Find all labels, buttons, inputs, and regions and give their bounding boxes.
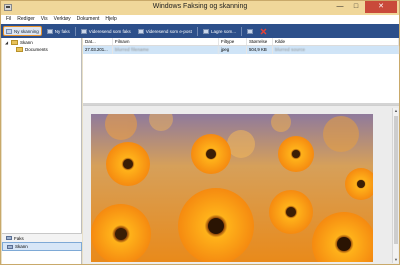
column-header-date[interactable]: Dat... — [83, 38, 113, 45]
toolbar-separator — [74, 26, 76, 36]
forward-as-email-button[interactable]: Videresend som e-post — [136, 26, 194, 36]
menu-file[interactable]: Fil — [6, 15, 11, 24]
delete-icon — [260, 27, 267, 35]
column-header-source[interactable]: Kilde — [273, 38, 399, 45]
sidebar-tab-fax-label: Faks — [14, 235, 24, 241]
forward-fax-icon — [80, 28, 87, 34]
new-scan-button[interactable]: Ny skanning — [3, 26, 42, 36]
scroll-up-icon[interactable]: ▲ — [393, 108, 399, 114]
save-icon — [202, 28, 209, 34]
save-as-label: Lagre som... — [210, 28, 236, 34]
cell-filetype: jpeg — [219, 46, 247, 54]
forward-as-fax-button[interactable]: Videresend som faks — [79, 26, 133, 36]
column-header-size[interactable]: Størrelse — [247, 38, 273, 45]
column-header-filename[interactable]: Filnavn — [113, 38, 219, 45]
close-button[interactable]: ✕ — [365, 1, 397, 13]
sidebar-tab-fax[interactable]: Faks — [2, 233, 82, 242]
folder-icon — [11, 40, 18, 45]
tree-item-documents[interactable]: Documents — [16, 47, 48, 52]
folder-tree-pane: ◢ Skann Documents Faks Skann — [2, 38, 82, 264]
toolbar-separator — [240, 26, 242, 36]
sidebar-tab-scan[interactable]: Skann — [2, 242, 82, 251]
list-header: Dat... Filnavn Filtype Størrelse Kilde — [83, 38, 399, 46]
forward-email-label: Videresend som e-post — [145, 28, 192, 34]
print-button[interactable] — [245, 26, 255, 36]
menu-edit[interactable]: Rediger — [17, 15, 35, 24]
printer-icon — [246, 28, 253, 34]
email-icon — [137, 28, 144, 34]
collapse-icon[interactable]: ◢ — [5, 40, 9, 45]
tree-item-scan[interactable]: ◢ Skann — [5, 40, 33, 45]
sidebar-tab-scan-label: Skann — [15, 244, 28, 249]
menu-document[interactable]: Dokument — [77, 15, 100, 24]
delete-button[interactable] — [258, 26, 269, 36]
folder-icon — [16, 47, 23, 52]
menu-tools[interactable]: Verktøy — [54, 15, 71, 24]
flower-photo — [91, 114, 373, 262]
preview-pane: ▲ ▼ — [83, 105, 399, 264]
save-as-button[interactable]: Lagre som... — [201, 26, 238, 36]
scanner-icon — [7, 244, 13, 249]
fax-icon — [6, 236, 12, 240]
document-list: Dat... Filnavn Filtype Størrelse Kilde 2… — [83, 38, 399, 103]
toolbar: Ny skanning Ny faks Videresend som faks … — [1, 24, 399, 38]
cell-filename: blurred filename — [113, 46, 219, 54]
forward-fax-label: Videresend som faks — [88, 28, 131, 34]
cell-size: 504,9 KB — [247, 46, 273, 54]
new-fax-button[interactable]: Ny faks — [45, 26, 72, 36]
menu-help[interactable]: Hjelp — [105, 15, 116, 24]
column-header-filetype[interactable]: Filtype — [219, 38, 247, 45]
new-fax-label: Ny faks — [54, 28, 70, 34]
new-scan-label: Ny skanning — [14, 28, 39, 34]
fax-icon — [46, 28, 53, 34]
preview-scrollbar[interactable]: ▲ ▼ — [392, 108, 398, 263]
app-window: Windows Faksing og skanning — □ ✕ Fil Re… — [0, 0, 400, 265]
scroll-thumb[interactable] — [394, 116, 398, 244]
cell-source: blurred source — [273, 46, 399, 54]
scroll-down-icon[interactable]: ▼ — [393, 257, 399, 263]
maximize-button[interactable]: □ — [348, 1, 364, 13]
sidebar-view-switcher: Faks Skann — [2, 233, 82, 251]
preview-image — [91, 114, 373, 262]
toolbar-separator — [196, 26, 198, 36]
minimize-button[interactable]: — — [332, 1, 348, 13]
menu-view[interactable]: Vis — [41, 15, 48, 24]
tree-label-scan: Skann — [20, 40, 33, 45]
tree-label-documents: Documents — [25, 47, 48, 52]
menu-bar: Fil Rediger Vis Verktøy Dokument Hjelp — [1, 15, 399, 24]
scanner-icon — [6, 28, 12, 34]
cell-date: 27.03.201... — [83, 46, 113, 54]
table-row[interactable]: 27.03.201... blurred filename jpeg 504,9… — [83, 46, 399, 54]
title-bar: Windows Faksing og skanning — □ ✕ — [1, 1, 399, 15]
